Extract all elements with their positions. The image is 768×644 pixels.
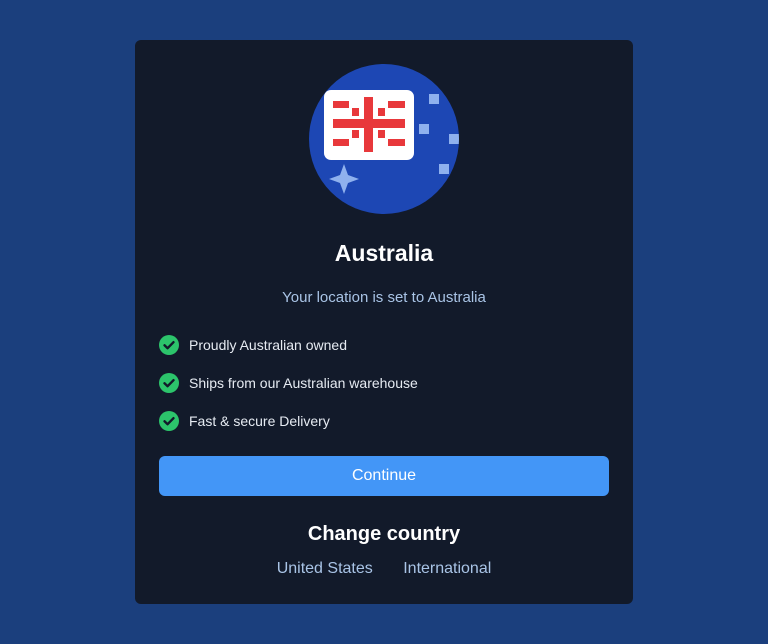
continue-button[interactable]: Continue [159,456,609,496]
check-circle-icon [159,373,179,393]
list-item: Proudly Australian owned [159,334,418,356]
modal-title: Australia [334,240,434,266]
location-subtitle: Your location is set to Australia [282,289,486,306]
country-link-international[interactable]: International [403,558,491,580]
change-country-heading: Change country [307,523,461,545]
feature-label: Ships from our Australian warehouse [189,375,418,391]
check-circle-icon [159,411,179,431]
list-item: Fast & secure Delivery [159,410,418,432]
country-options: United States International [135,558,633,580]
country-link-united-states[interactable]: United States [277,558,373,580]
feature-list: Proudly Australian owned Ships from our … [159,334,418,448]
australia-flag-icon [309,64,459,214]
feature-label: Proudly Australian owned [189,337,347,353]
check-circle-icon [159,335,179,355]
list-item: Ships from our Australian warehouse [159,372,418,394]
feature-label: Fast & secure Delivery [189,413,330,429]
country-modal: Australia Your location is set to Austra… [135,40,633,604]
